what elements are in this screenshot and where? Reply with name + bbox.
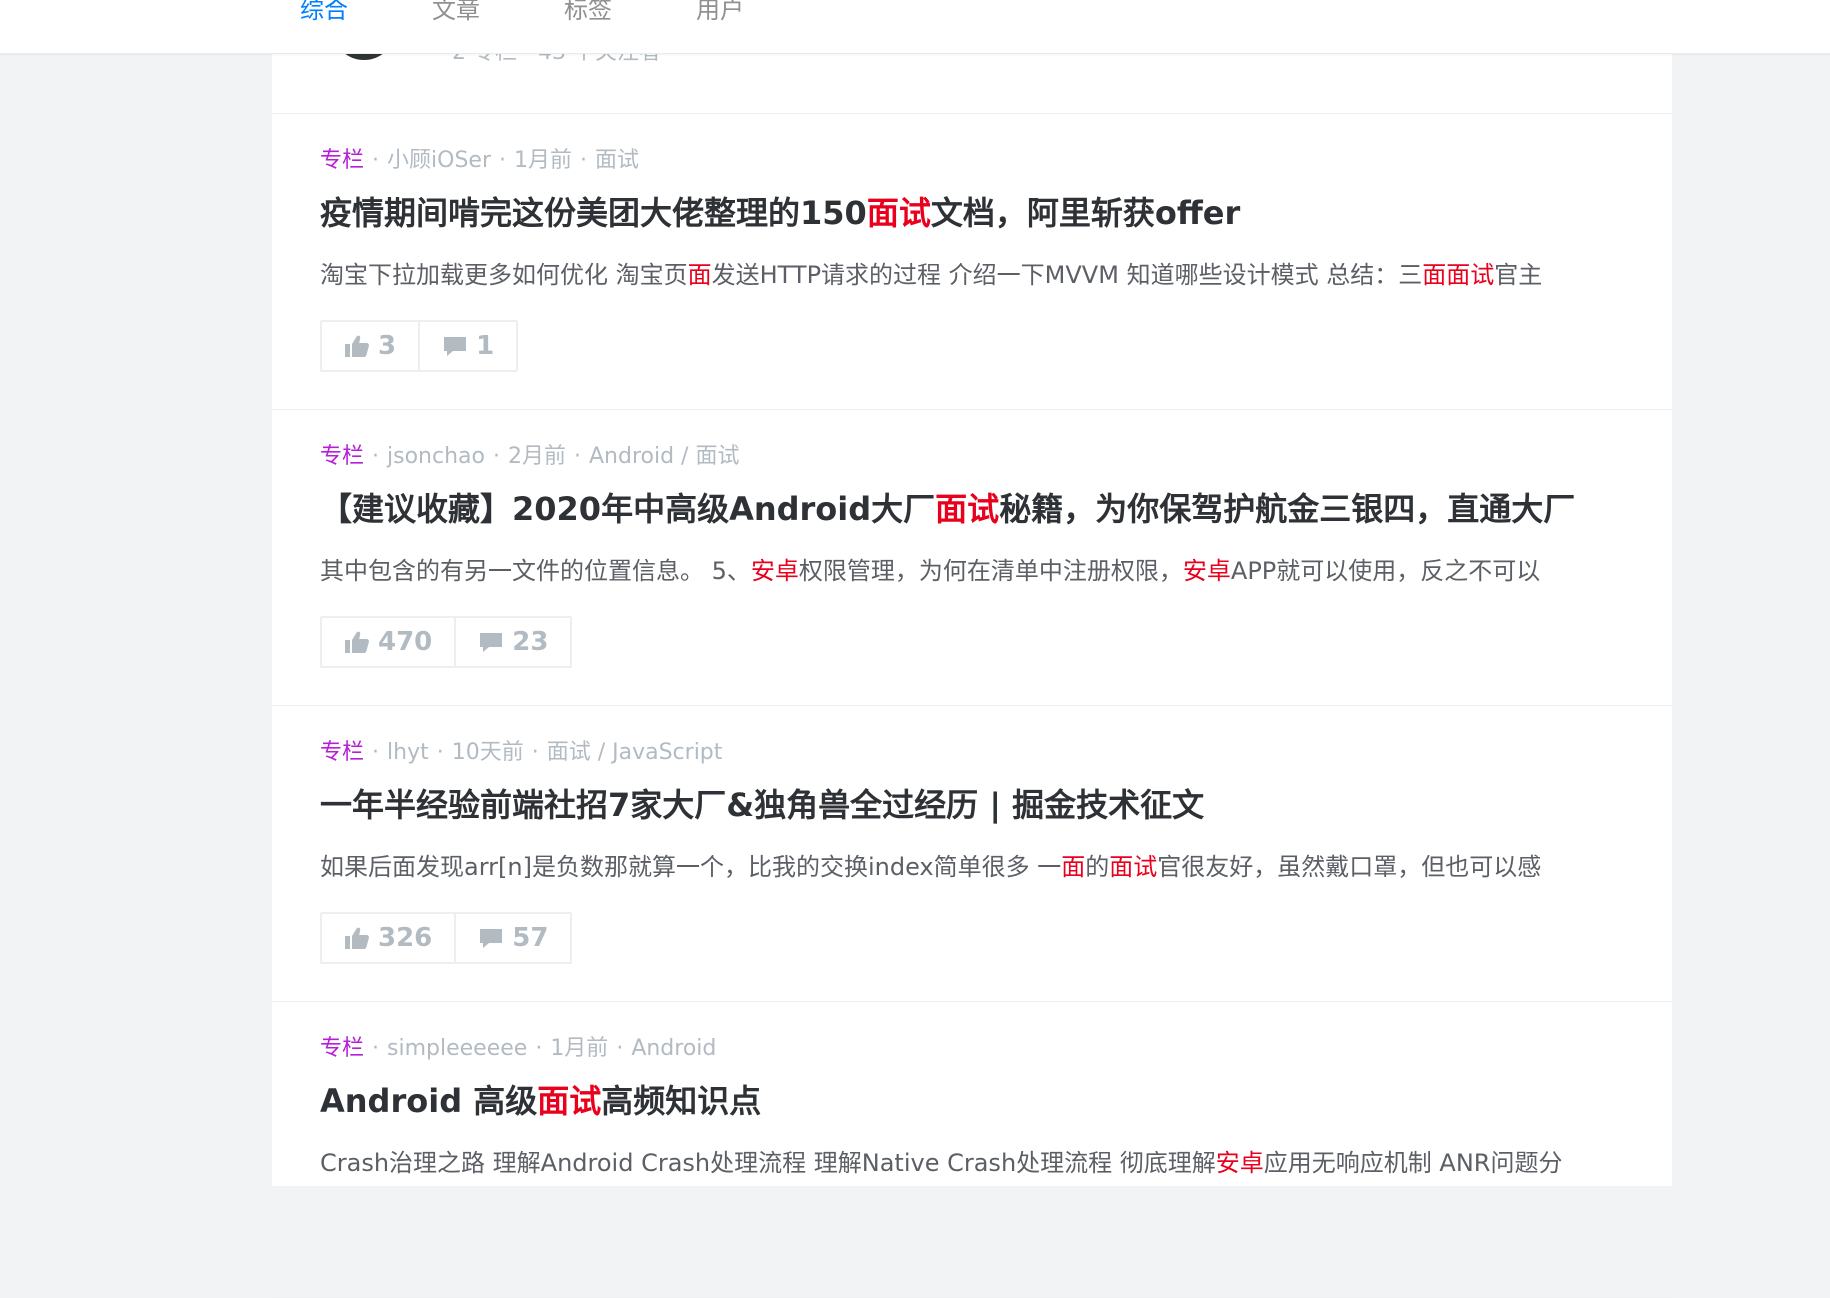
article-entry[interactable]: 专栏 · lhyt · 10天前 · 面试 / JavaScript 一年半经验前端社招7家大… [272,706,1672,1002]
article-abstract: 淘宝下拉加载更多如何优化 淘宝页面发送HTTP请求的过程 介绍一下MVVM 知道… [320,258,1620,292]
abstract-text: 发送HTTP请求的过程 介绍一下MVVM 知道哪些设计模式 总结：三 [711,261,1423,289]
abstract-text: 的 [1085,853,1110,881]
keyword-highlight: 面面试 [1422,261,1495,289]
meta-separator: · [531,740,539,765]
tab-users[interactable]: 用户 [696,0,744,25]
comment-icon [442,334,468,358]
thumbs-up-icon [344,926,370,950]
keyword-highlight: 安卓 [1215,1149,1264,1177]
keyword-highlight: 面 [687,261,712,289]
tag-link[interactable]: 面试 / JavaScript [547,740,723,765]
author-link[interactable]: jsonchao [387,444,485,469]
post-time: 1月前 [550,1036,609,1061]
title-text: 一年半经验前端社招7家大厂&独角兽全过经历 | 掘金技术征文 [320,786,1205,824]
entry-meta: 专栏 · simpleeeeee · 1月前 · Android [320,1034,716,1064]
entry-meta: 专栏 · jsonchao · 2月前 · Android / 面试 [320,442,739,472]
entry-actions: 326 57 [320,912,573,964]
article-abstract: 如果后面发现arr[n]是负数那就算一个，比我的交换index简单很多 一面的面… [320,850,1620,884]
abstract-text: 官很友好，虽然戴口罩，但也可以感 [1157,853,1542,881]
abstract-text: Crash治理之路 理解Android Crash处理流程 理解Native C… [320,1149,1216,1177]
keyword-highlight: 面试 [1109,853,1158,881]
title-text: 秘籍，为你保驾护航金三银四，直通大厂 [999,490,1576,528]
tag-link[interactable]: Android / 面试 [589,444,739,469]
comment-button[interactable]: 57 [454,914,570,962]
meta-separator: · [499,148,506,173]
title-text: 文档，阿里斩获offer [930,194,1241,232]
article-title[interactable]: 一年半经验前端社招7家大厂&独角兽全过经历 | 掘金技术征文 [320,784,1640,826]
title-text: 疫情期间啃完这份美团大佬整理的150 [320,194,867,232]
tab-tags[interactable]: 标签 [564,0,612,25]
category-label[interactable]: 专栏 [320,148,364,173]
tab-comprehensive[interactable]: 综合 [300,0,348,25]
entry-actions: 470 23 [320,616,573,668]
article-title[interactable]: 疫情期间啃完这份美团大佬整理的150面试文档，阿里斩获offer [320,192,1640,234]
author-link[interactable]: 小顾iOSer [387,148,491,173]
category-label[interactable]: 专栏 [320,1036,364,1061]
meta-separator: · [492,444,500,469]
meta-separator: · [372,444,380,469]
abstract-text: 权限管理，为何在清单中注册权限， [798,557,1183,585]
article-entry[interactable]: 专栏 · simpleeeeee · 1月前 · Android Android 高级面试高频… [272,1002,1672,1298]
meta-separator: · [535,1036,543,1061]
abstract-text: 官主 [1494,261,1543,289]
meta-separator: · [372,740,380,765]
article-abstract: 其中包含的有另一文件的位置信息。 5、安卓权限管理，为何在清单中注册权限，安卓A… [320,554,1620,588]
abstract-text: 应用无响应机制 ANR问题分 [1263,1149,1563,1177]
article-entry[interactable]: 专栏 · jsonchao · 2月前 · Android / 面试【建议收藏】2020年中… [272,410,1672,706]
like-button[interactable]: 3 [322,322,418,370]
article-title[interactable]: Android 高级面试高频知识点 [320,1080,1640,1122]
tab-articles[interactable]: 文章 [432,0,480,25]
keyword-highlight: 面试 [537,1082,602,1120]
title-text: 高频知识点 [601,1082,762,1120]
keyword-highlight: 面试 [866,194,931,232]
entry-actions: 31 [320,320,519,372]
meta-separator: · [372,148,380,173]
comment-icon [478,926,504,950]
article-title[interactable]: 【建议收藏】2020年中高级Android大厂面试秘籍，为你保驾护航金三银四，直… [320,488,1640,530]
comment-button[interactable]: 23 [454,618,570,666]
post-time: 10天前 [451,740,524,765]
author-link[interactable]: simpleeeeee [387,1036,527,1061]
search-results-list: 2 专栏 · 43 个关注者 专栏·小顾iOSer·1月前·面试疫情期间啃完这份… [272,0,1672,1298]
title-text: 【建议收藏】2020年中高级Android大厂 [320,490,936,528]
abstract-text: 其中包含的有另一文件的位置信息。 5、 [320,557,751,585]
abstract-text: 淘宝下拉加载更多如何优化 淘宝页 [320,261,688,289]
meta-separator: · [436,740,444,765]
category-label[interactable]: 专栏 [320,444,364,469]
author-link[interactable]: lhyt [387,740,429,765]
tag-link[interactable]: 面试 [595,148,639,173]
keyword-highlight: 面试 [935,490,1000,528]
like-count: 470 [378,627,433,657]
article-abstract: Crash治理之路 理解Android Crash处理流程 理解Native C… [320,1146,1620,1180]
meta-separator: · [573,444,581,469]
like-button[interactable]: 470 [322,618,454,666]
like-count: 326 [378,923,433,953]
entry-meta: 专栏 · lhyt · 10天前 · 面试 / JavaScript [320,738,722,768]
meta-separator: · [616,1036,624,1061]
top-nav-bar: 综合 文章 标签 用户 [0,0,1830,54]
comment-count: 57 [512,923,549,953]
post-time: 2月前 [507,444,566,469]
like-count: 3 [378,331,397,361]
comment-icon [478,630,504,654]
article-entry[interactable]: 专栏 · 小顾iOSer · 1月前 · 面试 疫情期间啃完这份美团大佬整理的150面试文档，… [272,114,1672,410]
post-time: 1月前 [514,148,572,173]
keyword-highlight: 面 [1061,853,1086,881]
comment-button[interactable]: 1 [418,322,516,370]
meta-separator: · [372,1036,380,1061]
like-button[interactable]: 326 [322,914,454,962]
tag-link[interactable]: Android [631,1036,716,1061]
meta-separator: · [580,148,587,173]
title-text: Android 高级 [320,1082,538,1120]
abstract-text: APP就可以使用，反之不可以 [1230,557,1541,585]
thumbs-up-icon [344,334,370,358]
thumbs-up-icon [344,630,370,654]
category-label[interactable]: 专栏 [320,740,364,765]
keyword-highlight: 安卓 [1182,557,1231,585]
abstract-text: 如果后面发现arr[n]是负数那就算一个，比我的交换index简单很多 一 [320,853,1062,881]
keyword-highlight: 安卓 [750,557,799,585]
comment-count: 1 [476,331,495,361]
entry-meta: 专栏 · 小顾iOSer · 1月前 · 面试 [320,146,639,176]
comment-count: 23 [512,627,549,657]
